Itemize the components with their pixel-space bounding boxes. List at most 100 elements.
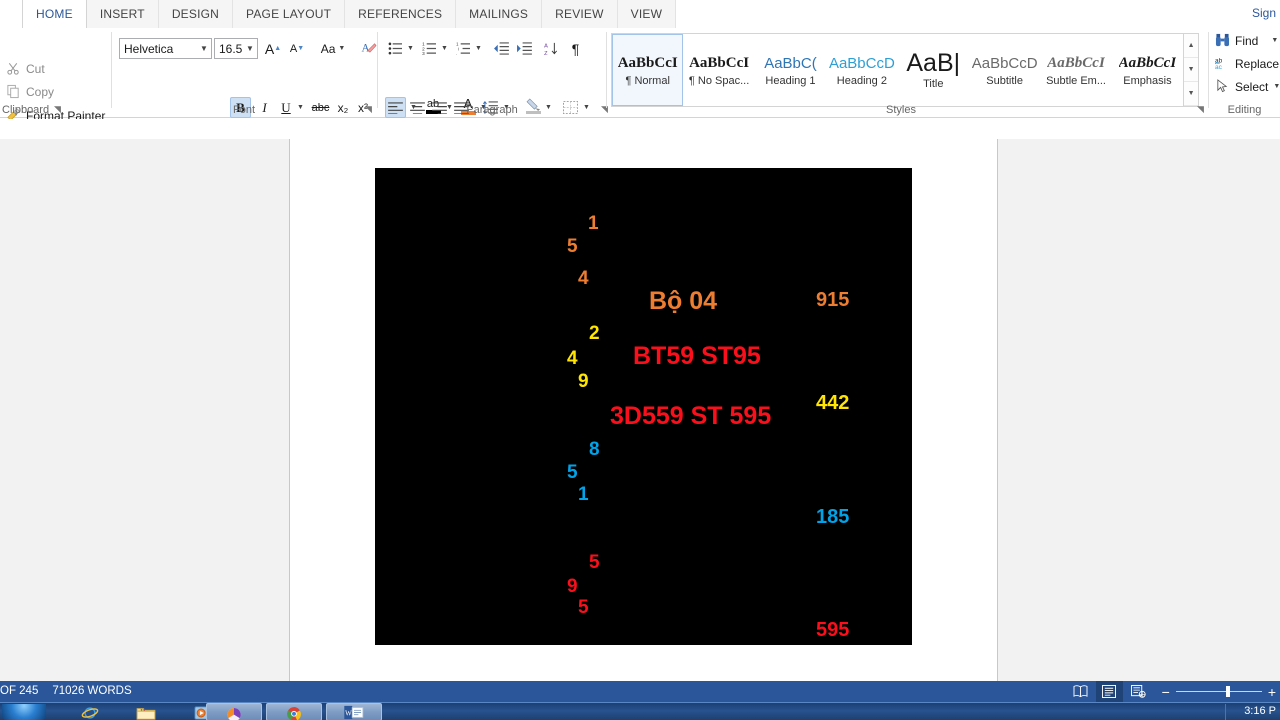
svg-text:A: A [544, 43, 548, 49]
style-preview: AaBbCcI [1119, 54, 1177, 73]
taskbar-window-purple[interactable] [206, 703, 262, 720]
chevron-down-icon: ▼ [197, 44, 211, 53]
style-card-heading-1[interactable]: AaBbC(Heading 1 [755, 34, 826, 106]
increase-indent-button[interactable] [513, 38, 535, 59]
ribbon-tab-references[interactable]: REFERENCES [345, 0, 456, 28]
bullets-dropdown[interactable]: ▼ [405, 38, 416, 59]
ribbon-group-editing: Find ▼ abac Replace Select ▼ Editing [1209, 28, 1280, 118]
replace-label: Replace [1235, 57, 1279, 71]
shrink-font-button[interactable]: A▼ [286, 38, 308, 59]
taskbar-window-word[interactable]: W [326, 703, 382, 720]
ruler-band: 112345678910111213 L [0, 119, 1280, 139]
styles-dialog-launcher[interactable]: ◥ [1195, 104, 1206, 115]
styles-gallery-scrollbar[interactable]: ▲▼▼ [1183, 34, 1198, 106]
styles-gallery[interactable]: AaBbCcI¶ NormalAaBbCcI¶ No Spac...AaBbC(… [611, 33, 1199, 107]
label-bo-04: Bộ 04 [649, 287, 717, 316]
start-button[interactable] [2, 704, 46, 720]
status-bar: OF 245 71026 WORDS − + [0, 681, 1280, 702]
show-formatting-marks-button[interactable]: ¶ [565, 38, 586, 59]
taskbar-window-chrome[interactable] [266, 703, 322, 720]
scroll-down-icon[interactable]: ▼ [1184, 58, 1198, 82]
binoculars-icon [1215, 33, 1230, 48]
style-card-heading-2[interactable]: AaBbCcDHeading 2 [826, 34, 897, 106]
style-name: Heading 1 [765, 75, 815, 87]
ribbon-tab-home[interactable]: HOME [22, 0, 87, 28]
word-application-window: HOMEINSERTDESIGNPAGE LAYOUTREFERENCESMAI… [0, 0, 1280, 720]
replace-button[interactable]: abac Replace [1215, 56, 1279, 71]
find-label: Find [1235, 34, 1258, 48]
style-card-subtle-em[interactable]: AaBbCcISubtle Em... [1040, 34, 1111, 106]
style-name: Emphasis [1123, 75, 1171, 87]
numbering-dropdown[interactable]: ▼ [439, 38, 450, 59]
style-card--normal[interactable]: AaBbCcI¶ Normal [612, 34, 683, 106]
style-card-subtitle[interactable]: AaBbCcDSubtitle [969, 34, 1040, 106]
zoom-in-button[interactable]: + [1268, 687, 1276, 697]
zoom-out-button[interactable]: − [1162, 687, 1170, 697]
decrease-indent-button[interactable] [490, 38, 512, 59]
ribbon-tab-view[interactable]: VIEW [618, 0, 676, 28]
file-explorer-icon[interactable] [132, 704, 160, 720]
word-count[interactable]: 71026 WORDS [52, 685, 131, 697]
change-case-button[interactable]: Aa▼ [316, 38, 350, 59]
cut-label: Cut [26, 62, 45, 76]
read-mode-button[interactable] [1067, 681, 1094, 702]
style-name: Subtitle [986, 75, 1023, 87]
style-card-title[interactable]: AaB|Title [898, 34, 969, 106]
taskbar-clock[interactable]: 3:16 P [1244, 705, 1276, 717]
page-indicator[interactable]: OF 245 [0, 685, 38, 697]
web-layout-button[interactable] [1125, 681, 1152, 702]
ribbon-tab-review[interactable]: REVIEW [542, 0, 618, 28]
select-label: Select [1235, 80, 1268, 94]
cut-button[interactable]: Cut [6, 61, 45, 76]
styles-group-label: Styles [607, 104, 1195, 116]
grow-font-button[interactable]: A▲ [262, 38, 284, 59]
ribbon-group-font: Helvetica ▼ 16.5 ▼ A▲ A▼ Aa▼ A [112, 28, 376, 118]
style-card-emphasis[interactable]: AaBbCcI Emphasis [1112, 34, 1183, 106]
multilevel-list-button[interactable]: 1i. [453, 38, 473, 59]
shrink-font-glyph: A [290, 43, 297, 55]
zoom-slider-thumb[interactable] [1226, 686, 1230, 697]
grow-font-glyph: A [265, 41, 274, 57]
scroll-up-icon[interactable]: ▲ [1184, 34, 1198, 58]
bullets-button[interactable] [385, 38, 405, 59]
copy-button[interactable]: Copy [6, 84, 54, 99]
find-button[interactable]: Find ▼ [1215, 33, 1278, 48]
more-styles-icon[interactable]: ▼ [1184, 82, 1198, 106]
print-layout-button[interactable] [1096, 681, 1123, 702]
clipboard-dialog-launcher[interactable]: ◥ [52, 104, 63, 115]
sort-button[interactable]: AZ [541, 38, 563, 59]
zoom-control[interactable]: − + [1162, 687, 1276, 697]
style-preview: AaBbCcI [689, 54, 749, 73]
font-name-combo[interactable]: Helvetica ▼ [119, 38, 212, 59]
style-name: Heading 2 [837, 75, 887, 87]
signin-link[interactable]: Sign [1252, 6, 1276, 20]
zoom-slider[interactable] [1176, 691, 1262, 692]
style-name: Subtle Em... [1046, 75, 1106, 87]
digit-5-red: 5 [589, 552, 600, 574]
font-size-combo[interactable]: 16.5 ▼ [214, 38, 258, 59]
style-card--no-spac[interactable]: AaBbCcI¶ No Spac... [683, 34, 754, 106]
label-bt59-st95: BT59 ST95 [633, 342, 761, 371]
black-content-box[interactable]: 154Bộ 0491524BT59 ST9593D559 ST 59544285… [375, 168, 912, 645]
ribbon-tab-page-layout[interactable]: PAGE LAYOUT [233, 0, 345, 28]
ribbon-tab-design[interactable]: DESIGN [159, 0, 233, 28]
spacer [277, 97, 279, 99]
ribbon: Cut Copy Format Painter Clipboard ◥ [0, 28, 1280, 118]
ribbon-tab-mailings[interactable]: MAILINGS [456, 0, 542, 28]
select-button[interactable]: Select ▼ [1215, 79, 1280, 94]
label-3d559-st-595: 3D559 ST 595 [610, 402, 771, 431]
svg-text:Z: Z [544, 51, 548, 56]
digit-2-yellow: 2 [589, 323, 600, 345]
font-size-value: 16.5 [215, 42, 243, 56]
select-pointer-icon [1215, 79, 1230, 94]
document-page[interactable]: 154Bộ 0491524BT59 ST9593D559 ST 59544285… [289, 139, 998, 681]
internet-explorer-icon[interactable] [76, 704, 104, 720]
style-name: Title [923, 78, 943, 90]
digit-5-red-2: 5 [578, 597, 589, 619]
value-185: 185 [816, 506, 849, 529]
numbering-button[interactable]: 123 [419, 38, 439, 59]
font-dialog-launcher[interactable]: ◥ [363, 104, 374, 115]
multilevel-list-dropdown[interactable]: ▼ [473, 38, 484, 59]
ribbon-tab-insert[interactable]: INSERT [87, 0, 159, 28]
copy-icon [6, 84, 21, 99]
